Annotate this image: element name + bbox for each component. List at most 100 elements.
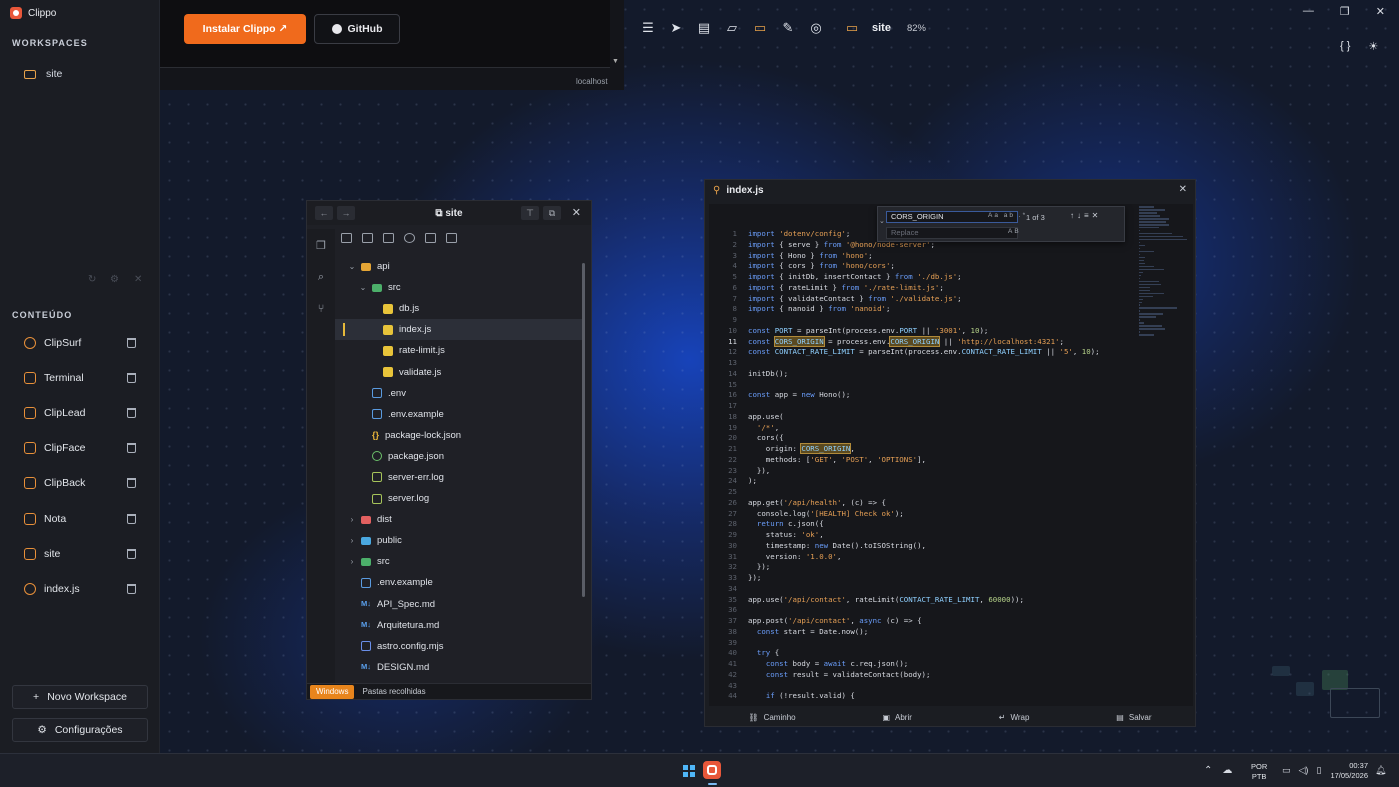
split-icon[interactable]: ⧉ (543, 206, 561, 220)
code-line[interactable]: timestamp: new Date().toISOString(), (748, 541, 1138, 552)
close-icon[interactable]: ✕ (134, 274, 142, 285)
code-line[interactable]: version: '1.0.0', (748, 552, 1138, 563)
code-line[interactable]: const body = await c.req.json(); (748, 659, 1138, 670)
image-icon[interactable] (446, 233, 457, 243)
content-item-clipsurf[interactable]: ClipSurf (12, 329, 148, 357)
find-options-icon[interactable]: Aa ab .* (988, 212, 1027, 219)
settings-button[interactable]: ⚙ Configurações (12, 718, 148, 742)
tree-item[interactable]: › public (335, 530, 585, 551)
tree-item[interactable]: M↓ API_Spec.md (335, 594, 585, 615)
find-nav-icons[interactable]: ↑↓≡✕ (1070, 211, 1101, 220)
code-area[interactable]: import 'dotenv/config'; import { serve } … (748, 229, 1138, 702)
code-line[interactable]: app.use('/api/contact', rateLimit(CONTAC… (748, 595, 1138, 606)
code-line[interactable]: }); (748, 573, 1138, 584)
code-line[interactable] (748, 605, 1138, 616)
content-item-site[interactable]: site (12, 540, 148, 568)
chevron-up-icon[interactable]: ⌃ (1204, 765, 1212, 776)
code-line[interactable]: const start = Date.now(); (748, 627, 1138, 638)
code-line[interactable]: const CORS_ORIGIN = process.env.CORS_ORI… (748, 335, 1138, 348)
tree-item[interactable]: package.json (335, 446, 585, 467)
install-clippo-button[interactable]: Instalar Clippo ↗ (184, 14, 306, 44)
new-workspace-button[interactable]: + Novo Workspace (12, 685, 148, 709)
tree-item[interactable]: .env.example (335, 572, 585, 593)
windows-start-icon[interactable] (683, 765, 695, 777)
code-line[interactable]: initDb(); (748, 369, 1138, 380)
tree-item[interactable]: .env.example (335, 404, 585, 425)
code-line[interactable]: methods: ['GET', 'POST', 'OPTIONS'], (748, 455, 1138, 466)
browser-viewport[interactable]: Instalar Clippo ↗ GitHub ▼ (160, 0, 619, 68)
sun-icon[interactable]: ☀ (1368, 40, 1378, 53)
explorer-header[interactable]: ← → ⧉ site ⊤ ⧉ ✕ (307, 201, 591, 225)
pointer-icon[interactable]: ➤ (668, 20, 684, 36)
globe-icon[interactable]: ◎ (808, 20, 824, 36)
wrap-button[interactable]: ↵ Wrap (999, 713, 1030, 722)
gear-icon[interactable]: ⚙ (110, 274, 119, 285)
tree-item[interactable]: db.js (335, 298, 585, 319)
code-line[interactable] (748, 681, 1138, 692)
close-icon[interactable]: ✕ (572, 206, 581, 219)
workspace-name[interactable]: site (872, 22, 891, 34)
code-line[interactable] (748, 638, 1138, 649)
code-line[interactable] (748, 358, 1138, 369)
code-line[interactable]: import { rateLimit } from './rate-limit.… (748, 283, 1138, 294)
explorer-scrollbar[interactable] (582, 263, 585, 597)
code-line[interactable]: if (!result.valid) { (748, 691, 1138, 702)
code-line[interactable]: import { validateContact } from './valid… (748, 294, 1138, 305)
tree-item[interactable]: index.js (335, 319, 585, 341)
pen-icon[interactable]: ✎ (780, 20, 796, 36)
tree-item[interactable]: › src (335, 551, 585, 572)
code-line[interactable]: }), (748, 466, 1138, 477)
new-folder-icon[interactable] (362, 233, 373, 243)
code-line[interactable]: '/*', (748, 423, 1138, 434)
collapse-icon[interactable] (425, 233, 436, 243)
code-line[interactable]: cors({ (748, 433, 1138, 444)
tree-item[interactable]: ⌄ src (335, 277, 585, 298)
git-branch-icon[interactable]: ⑂ (307, 303, 335, 325)
copy-path-icon[interactable] (383, 233, 394, 243)
filter-icon[interactable]: ⊤ (521, 206, 539, 220)
code-line[interactable]: app.post('/api/contact', async (c) => { (748, 616, 1138, 627)
caminho-button[interactable]: ⛓ Caminho (748, 713, 795, 722)
clock[interactable]: 00:37 17/05/2026 (1322, 761, 1368, 781)
code-line[interactable]: try { (748, 648, 1138, 659)
trash-icon[interactable] (127, 373, 136, 384)
trash-icon[interactable] (127, 583, 136, 594)
terminal-icon[interactable]: ▤ (696, 20, 712, 36)
clippo-taskbar-icon[interactable] (703, 761, 721, 779)
content-item-terminal[interactable]: Terminal (12, 364, 148, 392)
search-icon[interactable]: ⌕ (307, 271, 335, 293)
editor-header[interactable]: ⚲ index.js (705, 180, 1195, 200)
tree-item[interactable]: ⌄ api (335, 256, 585, 277)
pin-icon[interactable]: ⚲ (713, 185, 720, 196)
tree-item[interactable]: M↓ DESIGN.md (335, 657, 585, 678)
folder-icon[interactable]: ▭ (752, 20, 768, 36)
salvar-button[interactable]: ▤ Salvar (1116, 713, 1151, 722)
tree-item[interactable]: validate.js (335, 361, 585, 382)
volume-icon[interactable]: ◁) (1299, 765, 1309, 776)
code-line[interactable]: const result = validateContact(body); (748, 670, 1138, 681)
refresh-icon[interactable] (404, 233, 415, 243)
notification-icon[interactable]: 🔔︎ (1375, 765, 1386, 776)
tree-item[interactable]: › dist (335, 509, 585, 530)
content-item-cliplead[interactable]: ClipLead (12, 399, 148, 427)
file-explorer-window[interactable]: ← → ⧉ site ⊤ ⧉ ✕ ❐ ⌕ ⑂ ⌄ api ⌄ src db.js inde… (306, 200, 592, 700)
content-item-nota[interactable]: Nota (12, 505, 148, 533)
tree-item[interactable]: M↓ Arquitetura.md (335, 615, 585, 636)
note-icon[interactable]: ▱ (724, 20, 740, 36)
battery-icon[interactable]: ▯ (1316, 765, 1321, 776)
code-line[interactable]: ); (748, 476, 1138, 487)
code-line[interactable]: import { initDb, insertContact } from '.… (748, 272, 1138, 283)
restore-icon[interactable]: ❐ (1340, 5, 1350, 18)
chevron-right-icon[interactable]: › (347, 536, 357, 545)
close-icon[interactable]: ✕ (1179, 184, 1187, 195)
tree-item[interactable]: astro.config.mjs (335, 636, 585, 657)
content-item-clipface[interactable]: ClipFace (12, 434, 148, 462)
tree-item[interactable]: server.log (335, 488, 585, 509)
code-line[interactable]: origin: CORS_ORIGIN, (748, 443, 1138, 455)
chevron-right-icon[interactable]: › (347, 557, 357, 566)
code-line[interactable]: const PORT = parseInt(process.env.PORT |… (748, 326, 1138, 337)
cloud-icon[interactable]: ☁ (1222, 765, 1232, 776)
code-line[interactable]: console.log('[HEALTH] Check ok'); (748, 509, 1138, 520)
code-line[interactable]: app.get('/api/health', (c) => { (748, 498, 1138, 509)
code-line[interactable] (748, 487, 1138, 498)
